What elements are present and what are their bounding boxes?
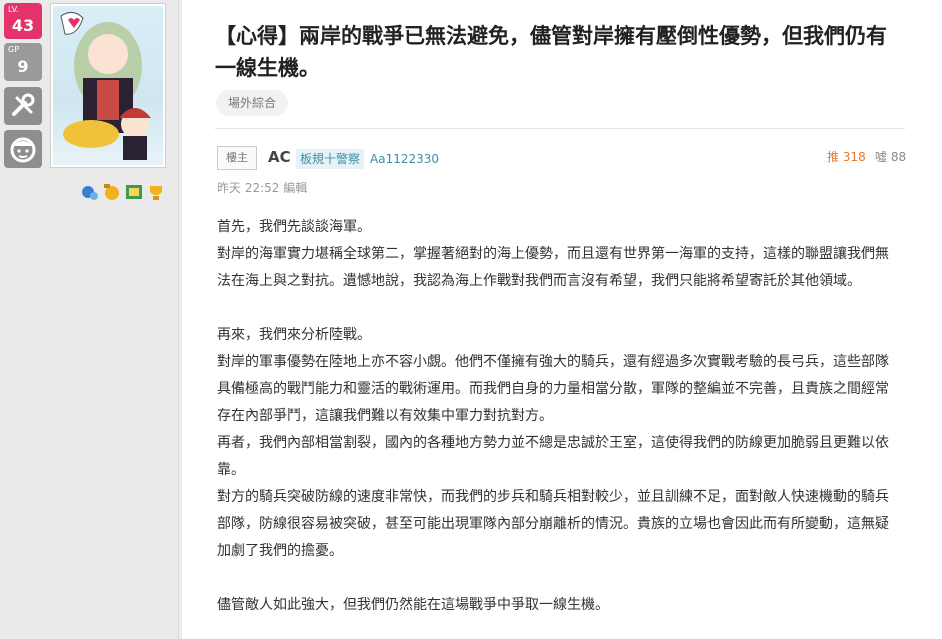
gp-label: GP bbox=[8, 45, 20, 54]
level-label: LV. bbox=[8, 5, 19, 14]
author-id[interactable]: Aa1122330 bbox=[370, 150, 439, 168]
body-paragraph: 再來，我們來分析陸戰。 bbox=[217, 327, 371, 343]
level-value: 43 bbox=[11, 16, 35, 35]
left-gutter: LV. 43 GP 9 bbox=[0, 0, 179, 639]
floor-label: 樓主 bbox=[217, 146, 257, 170]
body-blank-line bbox=[217, 295, 897, 322]
post-article: 【心得】兩岸的戰爭已無法避免，儘管對岸擁有壓倒性優勢，但我們仍有一線生機。 場外… bbox=[182, 0, 942, 639]
wrench-icon bbox=[12, 93, 35, 116]
boo-count[interactable]: 噓 88 bbox=[875, 148, 906, 165]
body-paragraph: 對岸的海軍實力堪稱全球第二，掌握著絕對的海上優勢，而且還有世界第一海軍的支持，這… bbox=[217, 246, 889, 289]
post-title: 【心得】兩岸的戰爭已無法避免，儘管對岸擁有壓倒性優勢，但我們仍有一線生機。 bbox=[215, 24, 887, 80]
map-icon[interactable] bbox=[124, 182, 144, 202]
trophy-icon[interactable] bbox=[146, 182, 166, 202]
body-paragraph: 儘管敵人如此強大，但我們仍然能在這場戰爭中爭取一線生機。 bbox=[217, 597, 609, 613]
user-avatar[interactable] bbox=[50, 3, 166, 168]
body-paragraph: 對岸的軍事優勢在陸地上亦不容小覷。他們不僅擁有強大的騎兵，還有經過多次實戰考驗的… bbox=[217, 354, 889, 424]
medal-icon[interactable] bbox=[80, 182, 100, 202]
gp-value: 9 bbox=[17, 57, 29, 76]
coin-icon[interactable] bbox=[102, 182, 122, 202]
author-name[interactable]: AC bbox=[268, 148, 291, 166]
avatar-illustration-icon bbox=[60, 12, 151, 160]
board-tag[interactable]: 場外綜合 bbox=[216, 90, 289, 116]
medal-row bbox=[80, 182, 166, 202]
guild-button[interactable] bbox=[4, 130, 42, 168]
post-body: 首先，我們先談談海軍。 對岸的海軍實力堪稱全球第二，掌握著絕對的海上優勢，而且還… bbox=[217, 214, 897, 619]
author-title-badge: 板規十警察 bbox=[296, 149, 365, 169]
level-badge[interactable]: LV. 43 bbox=[4, 3, 42, 39]
post-time: 昨天 22:52 編輯 bbox=[217, 181, 308, 195]
body-paragraph: 首先，我們先談談海軍。 bbox=[217, 219, 371, 235]
gp-badge[interactable]: GP 9 bbox=[4, 43, 42, 81]
body-blank-line bbox=[217, 565, 897, 592]
face-icon bbox=[10, 137, 36, 163]
body-paragraph: 對方的騎兵突破防線的速度非常快，而我們的步兵和騎兵相對較少，並且訓練不足，面對敵… bbox=[217, 489, 889, 559]
body-paragraph: 再者，我們內部相當割裂，國內的各種地方勢力並不總是忠誠於王室，這使得我們的防線更… bbox=[217, 435, 889, 478]
divider bbox=[215, 128, 905, 129]
push-count[interactable]: 推 318 bbox=[827, 148, 866, 165]
tools-button[interactable] bbox=[4, 87, 42, 125]
